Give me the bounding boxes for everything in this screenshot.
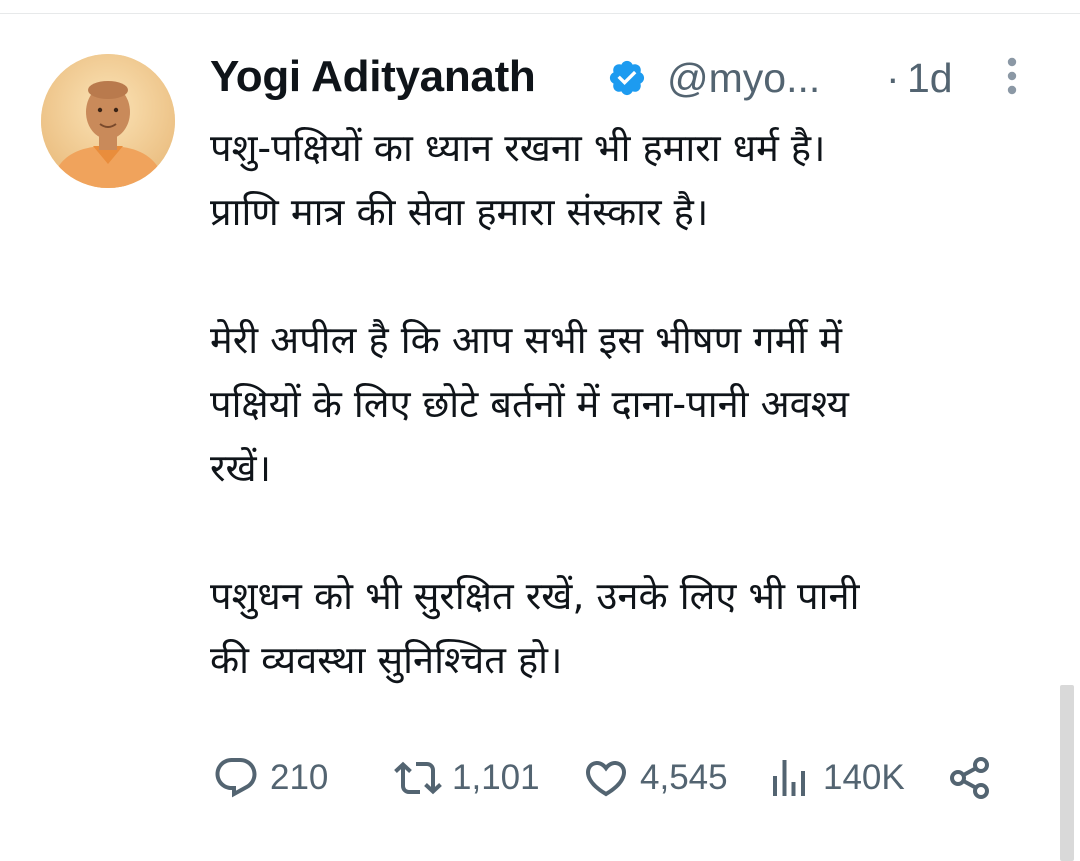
views-count: 140K xyxy=(823,758,905,797)
tweet-text: पशु-पक्षियों का ध्यान रखना भी हमारा धर्म… xyxy=(210,116,1040,692)
heart-icon xyxy=(585,761,627,797)
views-icon xyxy=(773,760,805,796)
reply-button[interactable]: 210 xyxy=(212,750,328,806)
more-vertical-icon[interactable] xyxy=(1000,54,1024,98)
tweet-text-line: प्राणि मात्र की सेवा हमारा संस्कार है। xyxy=(210,190,709,234)
action-bar: 210 1,101 4,545 140K xyxy=(212,750,1002,806)
retweet-icon xyxy=(394,761,442,795)
top-divider xyxy=(0,13,1080,14)
tweet-text-line: की व्यवस्था सुनिश्चित हो। xyxy=(210,638,563,682)
handle[interactable]: @myo... xyxy=(667,55,820,102)
scrollbar[interactable] xyxy=(1060,685,1074,861)
tweet-header: Yogi Adityanath @myo... · 1d xyxy=(210,48,1030,104)
tweet-text-line: रखें। xyxy=(210,446,272,490)
verified-badge-icon xyxy=(609,60,645,96)
display-name[interactable]: Yogi Adityanath xyxy=(210,52,536,102)
like-button[interactable]: 4,545 xyxy=(582,750,728,806)
tweet-text-line: पक्षियों के लिए छोटे बर्तनों में दाना-पा… xyxy=(210,382,849,426)
avatar[interactable] xyxy=(41,54,175,188)
reply-count: 210 xyxy=(270,758,329,797)
like-count: 4,545 xyxy=(640,758,728,797)
timestamp[interactable]: 1d xyxy=(907,55,953,102)
dot-separator: · xyxy=(886,55,900,101)
tweet-text-line: पशुधन को भी सुरक्षित रखें, उनके लिए भी प… xyxy=(210,574,860,618)
profile-photo-icon xyxy=(41,54,175,188)
share-button[interactable] xyxy=(944,750,996,806)
views-button[interactable]: 140K xyxy=(765,750,905,806)
tweet-text-line: पशु-पक्षियों का ध्यान रखना भी हमारा धर्म… xyxy=(210,126,826,170)
tweet-text-line: मेरी अपील है कि आप सभी इस भीषण गर्मी में xyxy=(210,318,842,362)
reply-icon xyxy=(215,758,257,798)
retweet-button[interactable]: 1,101 xyxy=(394,750,540,806)
share-icon xyxy=(950,757,989,799)
retweet-count: 1,101 xyxy=(452,758,540,797)
